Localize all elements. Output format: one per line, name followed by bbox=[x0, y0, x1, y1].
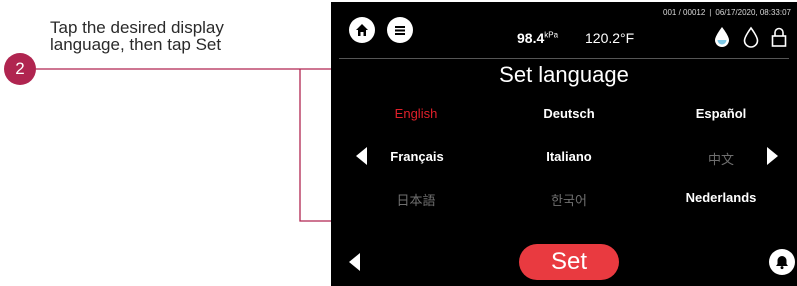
device-screen: 001 / 00012 | 06/17/2020, 08:33:07 98.4kPa… bbox=[331, 2, 797, 286]
language-option-japanese[interactable]: 日本語 bbox=[356, 190, 476, 209]
language-option-francais[interactable]: Français bbox=[357, 149, 477, 164]
language-option-english[interactable]: English bbox=[356, 106, 476, 121]
menu-button[interactable] bbox=[387, 17, 413, 43]
home-button[interactable] bbox=[349, 17, 375, 43]
bell-icon bbox=[776, 256, 788, 270]
header-divider bbox=[339, 58, 789, 59]
language-option-espanol[interactable]: Español bbox=[661, 106, 781, 121]
water-drop-outline-icon bbox=[743, 26, 759, 48]
pressure-readout: 98.4kPa bbox=[517, 30, 558, 46]
callout-line-2: language, then tap Set bbox=[50, 35, 222, 54]
language-option-italiano[interactable]: Italiano bbox=[509, 149, 629, 164]
screen-title: Set language bbox=[499, 62, 629, 87]
lock-icon bbox=[771, 27, 787, 47]
back-arrow-icon[interactable] bbox=[349, 253, 360, 271]
callout-line-1: Tap the desired display bbox=[50, 18, 224, 37]
date-time: 06/17/2020, 08:33:07 bbox=[715, 8, 791, 17]
status-icons bbox=[713, 26, 787, 48]
step-number-badge: 2 bbox=[4, 53, 36, 85]
pressure-value: 98.4 bbox=[517, 30, 545, 46]
water-drop-filled-icon bbox=[715, 27, 729, 47]
callout-instruction: Tap the desired display language, then t… bbox=[50, 19, 300, 53]
cycle-counter: 001 / 00012 bbox=[663, 8, 706, 17]
language-option-chinese[interactable]: 中文 bbox=[661, 149, 781, 168]
arrow-right-icon[interactable] bbox=[767, 147, 778, 165]
arrow-left-icon[interactable] bbox=[356, 147, 367, 165]
home-icon bbox=[356, 24, 368, 36]
language-option-korean[interactable]: 한국어 bbox=[509, 190, 629, 209]
menu-icon bbox=[395, 26, 405, 35]
status-counter-datetime: 001 / 00012 | 06/17/2020, 08:33:07 bbox=[663, 8, 791, 17]
alarm-button[interactable] bbox=[769, 249, 795, 275]
language-option-deutsch[interactable]: Deutsch bbox=[509, 106, 629, 121]
status-separator: | bbox=[709, 8, 712, 17]
temperature-readout: 120.2°F bbox=[585, 30, 635, 46]
pressure-unit: kPa bbox=[544, 30, 559, 40]
set-button[interactable]: Set bbox=[519, 244, 619, 280]
language-option-nederlands[interactable]: Nederlands bbox=[661, 190, 781, 205]
